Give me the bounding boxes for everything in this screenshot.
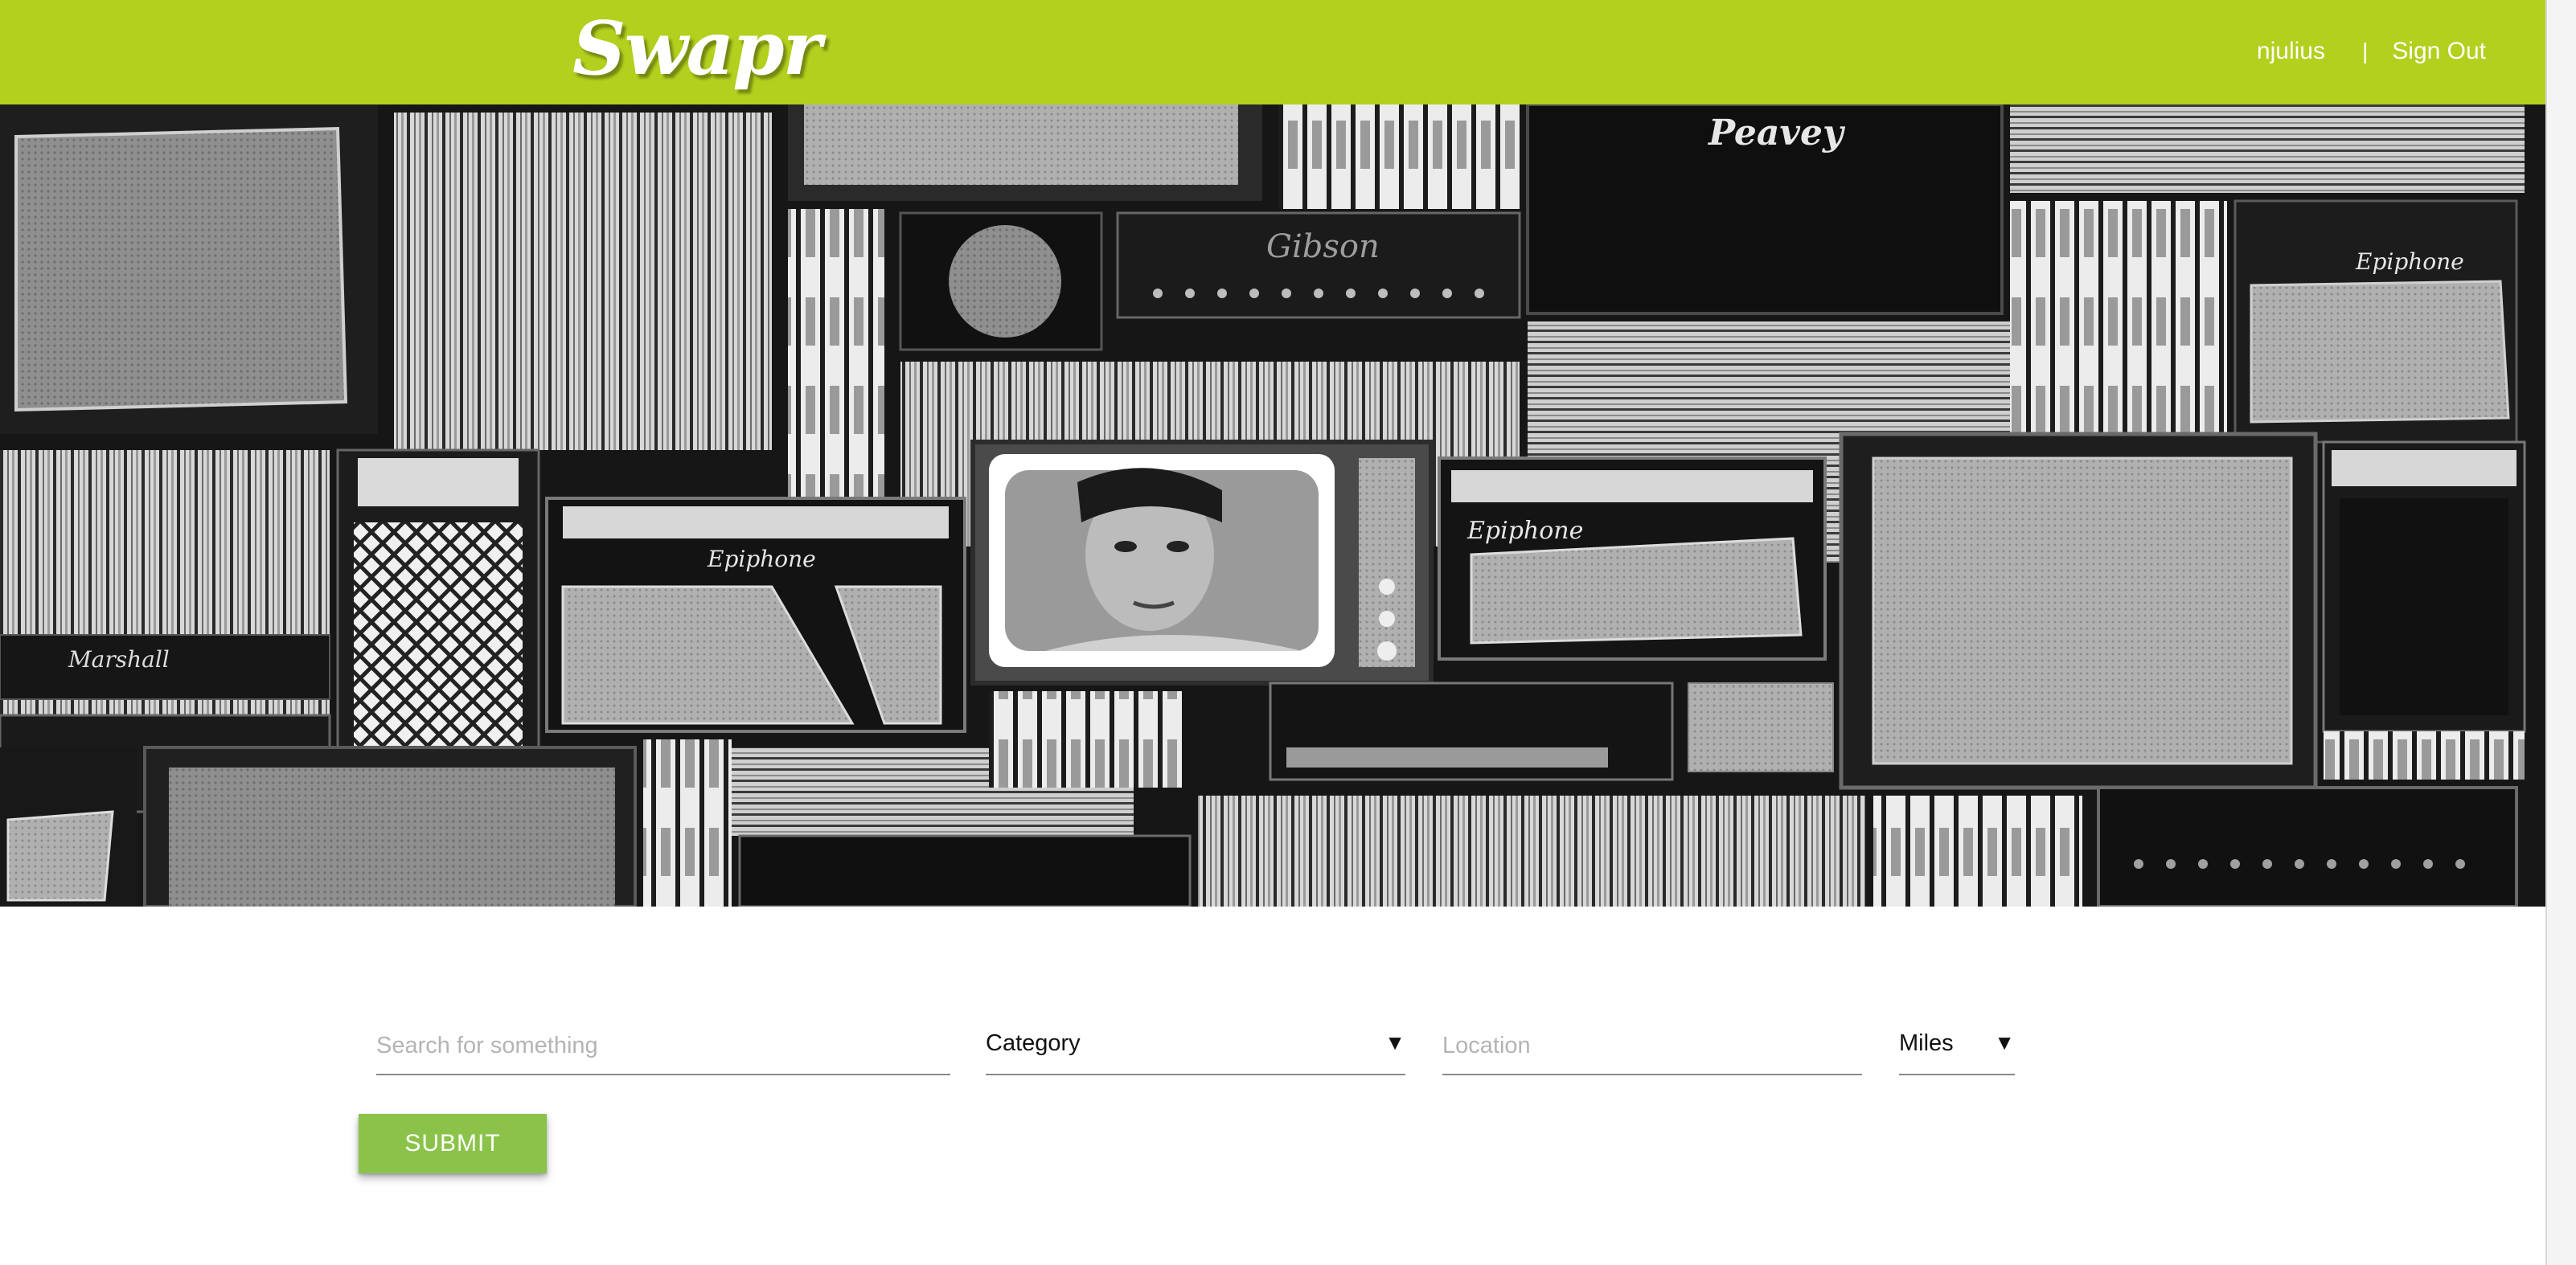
svg-text:Epiphone: Epiphone [2355, 248, 2464, 275]
svg-text:Peavey: Peavey [1707, 113, 1846, 154]
distance-select-value: Miles [1899, 1030, 1954, 1056]
logo[interactable]: Swapr [572, 11, 822, 85]
search-form: Category ▼ Miles ▼ SUBMIT [0, 907, 2547, 1265]
distance-select[interactable]: Miles ▼ [1899, 1019, 2015, 1075]
hero-image: Peavey Epiphone Gibson Epiphone Epiphone… [0, 104, 2547, 907]
search-input[interactable] [376, 1019, 950, 1072]
triangle-down-icon: ▼ [1384, 1030, 1405, 1054]
category-select-value: Category [986, 1030, 1081, 1056]
svg-text:Gibson: Gibson [1266, 228, 1380, 265]
page: Swapr njulius | Sign Out Peavey Epiphone… [0, 0, 2576, 1265]
svg-text:Epiphone: Epiphone [1466, 517, 1583, 545]
location-input[interactable] [1442, 1019, 1862, 1072]
nav-separator: | [2361, 39, 2369, 63]
window-edge [2545, 0, 2576, 1265]
navbar: Swapr njulius | Sign Out [0, 0, 2547, 104]
svg-text:Marshall: Marshall [68, 646, 170, 673]
location-field [1442, 1019, 1862, 1075]
search-field [376, 1019, 950, 1075]
sign-out-link[interactable]: Sign Out [2392, 38, 2486, 65]
svg-text:Epiphone: Epiphone [707, 546, 816, 572]
nav-user-menu: njulius | Sign Out [2257, 35, 2518, 68]
username-link[interactable]: njulius [2257, 38, 2325, 65]
category-select[interactable]: Category ▼ [986, 1019, 1405, 1075]
triangle-down-icon: ▼ [1994, 1030, 2015, 1054]
submit-button[interactable]: SUBMIT [359, 1114, 547, 1173]
